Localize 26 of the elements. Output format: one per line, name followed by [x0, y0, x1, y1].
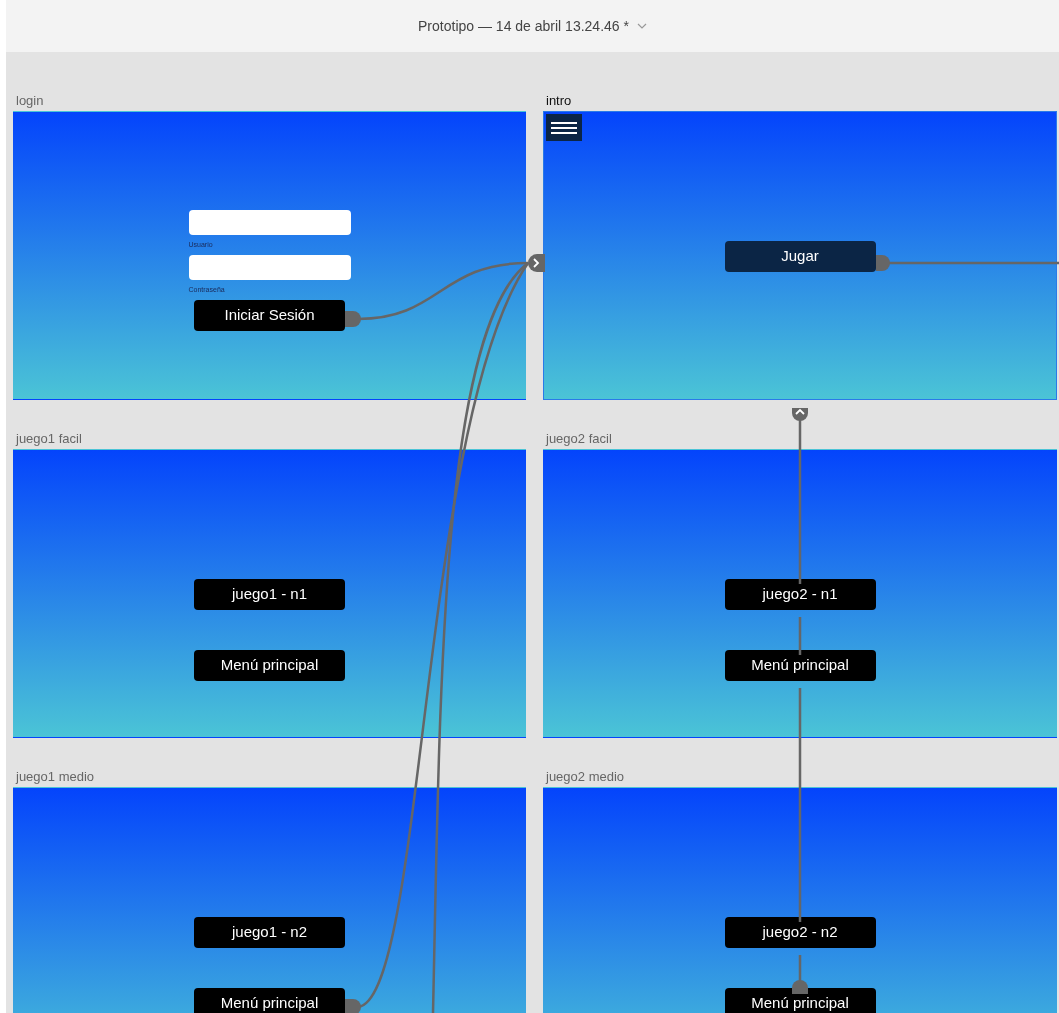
artboard-label[interactable]: intro [543, 91, 1057, 111]
prototype-button[interactable]: Iniciar Sesión [194, 300, 345, 331]
text-field[interactable] [188, 210, 351, 235]
artboard[interactable]: juego1 - n2 Menú principal [13, 787, 526, 1013]
artboard-label[interactable]: juego2 medio [543, 767, 1057, 787]
prototype-button[interactable]: Jugar [724, 241, 876, 272]
artboard[interactable]: juego2 - n1 Menú principal [543, 449, 1057, 738]
prototype-button[interactable]: juego1 - n1 [194, 579, 345, 610]
prototype-button[interactable]: Menú principal [724, 650, 876, 681]
prototype-button[interactable]: Menú principal [194, 650, 345, 681]
menu-icon[interactable] [546, 114, 582, 141]
text-field[interactable] [188, 255, 351, 280]
window-title: Prototipo — 14 de abril 13.24.46 * [418, 16, 629, 36]
artboard-label[interactable]: juego1 facil [13, 429, 526, 449]
artboard[interactable]: juego2 - n2 Menú principal [543, 787, 1057, 1013]
prototype-button[interactable]: Menú principal [724, 988, 876, 1013]
artboard[interactable]: Jugar [543, 111, 1057, 400]
prototype-button[interactable]: juego2 - n2 [724, 917, 876, 948]
prototype-button[interactable]: Menú principal [194, 988, 345, 1013]
artboard-label[interactable]: login [13, 91, 526, 111]
artboard-label[interactable]: juego2 facil [543, 429, 1057, 449]
prototype-button[interactable]: juego2 - n1 [724, 579, 876, 610]
artboard-label[interactable]: juego1 medio [13, 767, 526, 787]
chevron-down-icon[interactable] [636, 23, 647, 29]
prototype-button[interactable]: juego1 - n2 [194, 917, 345, 948]
artboard[interactable]: juego1 - n1 Menú principal [13, 449, 526, 738]
